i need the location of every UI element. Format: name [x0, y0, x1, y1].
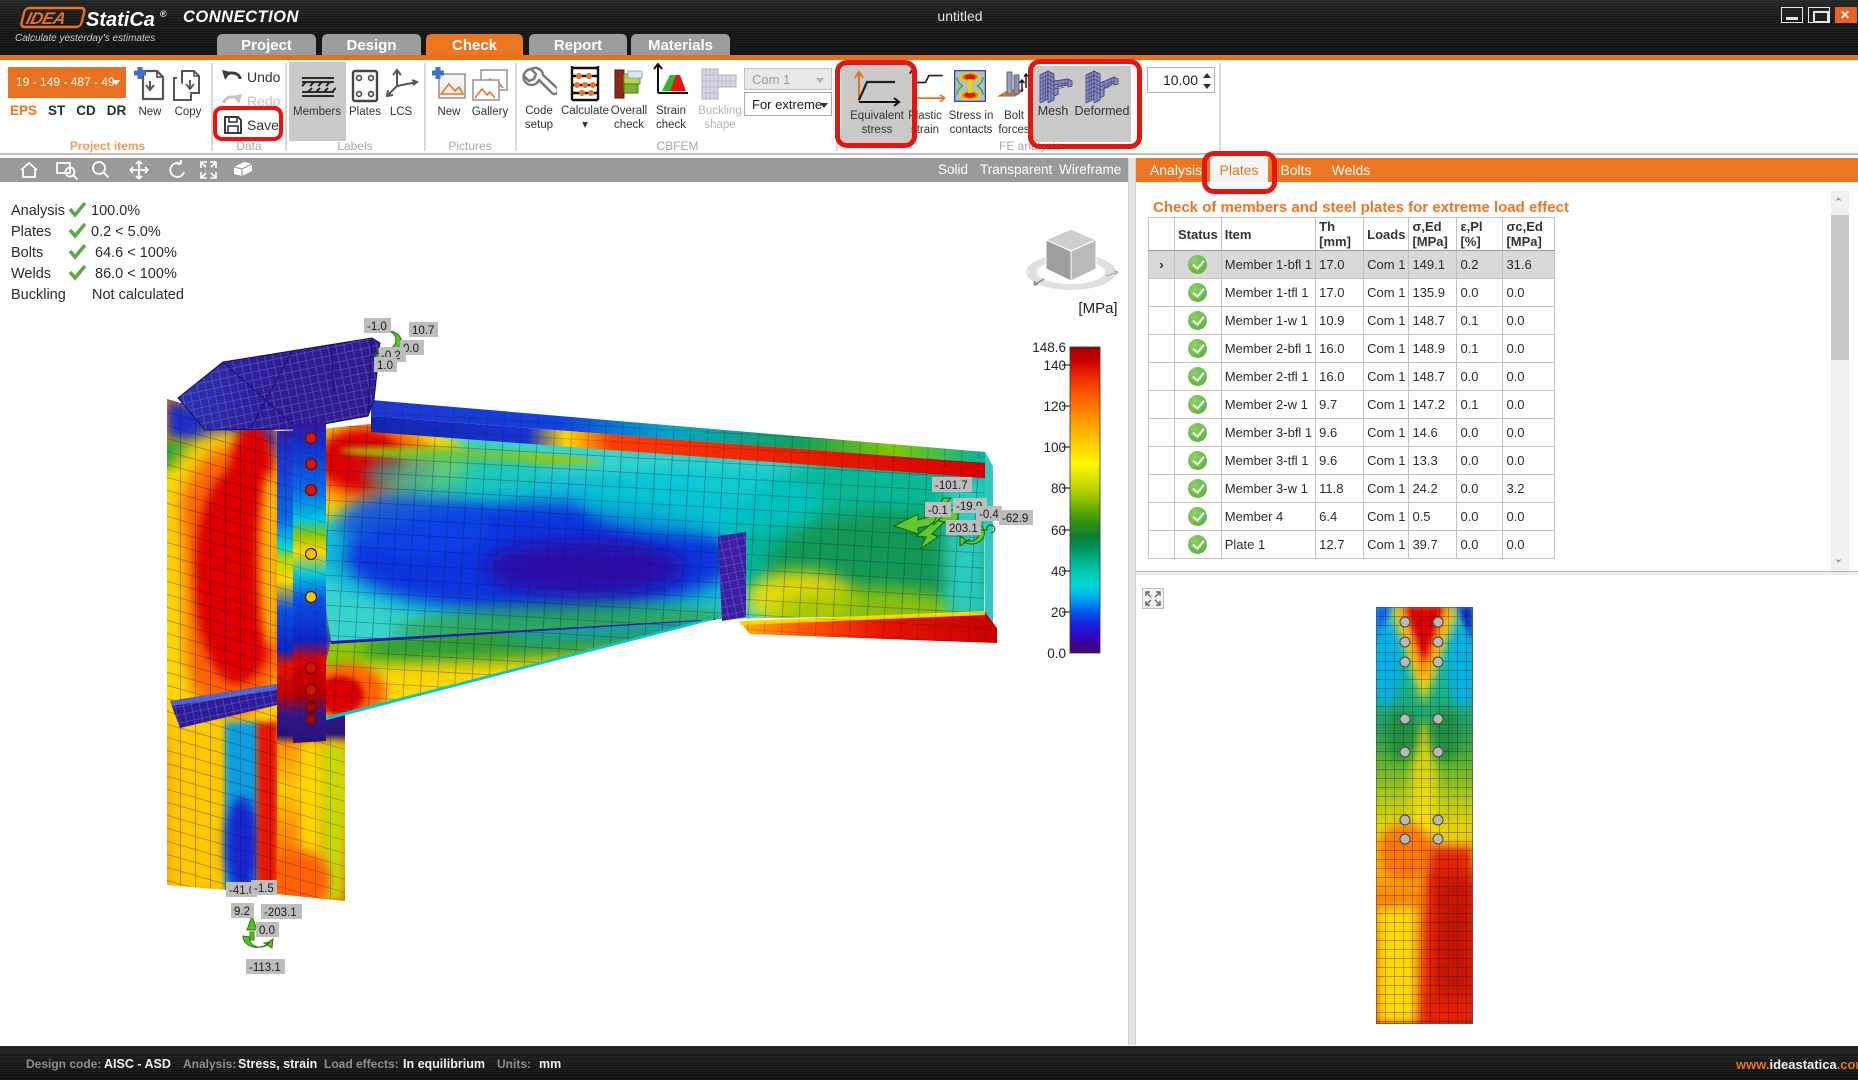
svg-text:-1.0: -1.0 [367, 321, 387, 333]
svg-text:1.0: 1.0 [377, 360, 393, 372]
svg-text:9.2: 9.2 [234, 906, 250, 918]
svg-text:-203.1: -203.1 [264, 907, 297, 919]
svg-text:[MPa]: [MPa] [1078, 300, 1117, 317]
svg-text:148.6: 148.6 [1032, 340, 1066, 355]
svg-text:120: 120 [1043, 399, 1066, 414]
svg-text:-0.1: -0.1 [928, 505, 948, 517]
svg-text:-101.7: -101.7 [935, 480, 968, 492]
svg-text:-113.1: -113.1 [249, 962, 281, 974]
svg-text:140: 140 [1043, 358, 1066, 373]
svg-text:203.1: 203.1 [949, 523, 978, 535]
svg-text:10.7: 10.7 [412, 325, 434, 337]
svg-text:0.0: 0.0 [259, 925, 275, 937]
svg-text:IDEA: IDEA [24, 8, 68, 28]
svg-text:-1.5: -1.5 [254, 883, 274, 895]
svg-text:80: 80 [1051, 481, 1066, 496]
svg-text:StatiCa: StatiCa [86, 9, 155, 31]
svg-text:60: 60 [1051, 523, 1066, 538]
svg-text:®: ® [160, 9, 167, 19]
svg-text:-62.9: -62.9 [1002, 513, 1028, 525]
svg-text:0.0: 0.0 [1047, 646, 1066, 661]
svg-text:40: 40 [1051, 564, 1066, 579]
svg-text:20: 20 [1051, 605, 1066, 620]
svg-text:100: 100 [1043, 440, 1066, 455]
svg-text:-0.4: -0.4 [979, 509, 999, 521]
